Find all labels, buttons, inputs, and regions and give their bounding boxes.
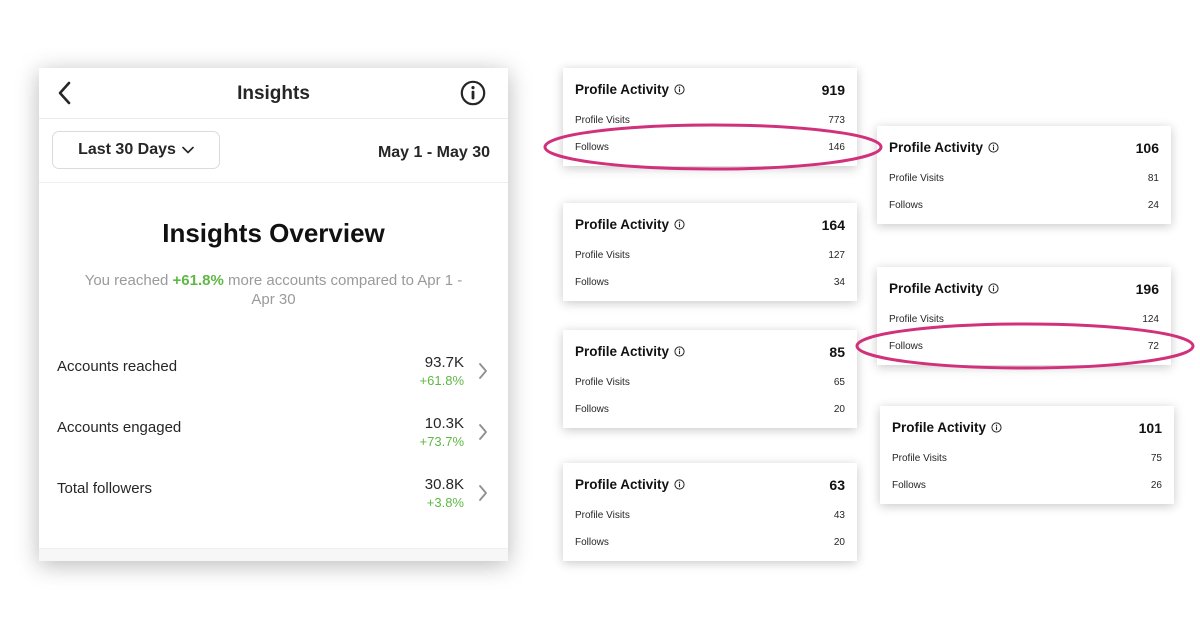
insights-screen: Insights Last 30 Days May 1 - May 30 Ins…: [39, 68, 508, 561]
follows-label: Follows: [889, 341, 923, 352]
profile-visits-value: 127: [828, 250, 845, 261]
card-total: 63: [829, 477, 845, 493]
profile-visits-label: Profile Visits: [575, 510, 630, 521]
follows-label: Follows: [575, 142, 609, 153]
chevron-right-icon: [479, 485, 487, 501]
info-icon[interactable]: [674, 84, 685, 95]
overview-title: Insights Overview: [162, 218, 385, 248]
card-title: Profile Activity: [889, 281, 999, 296]
info-icon[interactable]: [674, 346, 685, 357]
chevron-right-icon: [479, 363, 487, 379]
info-icon[interactable]: [460, 80, 486, 106]
card-title-text: Profile Activity: [575, 217, 670, 232]
follows-value: 26: [1150, 480, 1162, 491]
profile-visits-label: Profile Visits: [889, 314, 944, 325]
metric-total-followers[interactable]: Total followers 30.8K +3.8%: [39, 470, 508, 520]
profile-visits-label: Profile Visits: [575, 115, 630, 126]
card-title: Profile Activity: [575, 344, 685, 359]
date-range-dropdown[interactable]: Last 30 Days: [52, 131, 220, 169]
card-title-text: Profile Activity: [575, 82, 670, 97]
metric-value: 93.7K: [424, 354, 464, 371]
profile-visits-value: 773: [828, 115, 845, 126]
follows-value: 72: [1147, 341, 1159, 352]
follows-label: Follows: [575, 537, 609, 548]
card-total: 164: [821, 217, 845, 233]
screen-bottom-divider: [39, 548, 508, 561]
info-icon[interactable]: [991, 422, 1002, 433]
profile-visits-value: 75: [1150, 453, 1162, 464]
profile-activity-card: Profile Activity 196 Profile Visits 124 …: [877, 267, 1171, 365]
card-title: Profile Activity: [575, 82, 685, 97]
metric-value: 30.8K: [424, 476, 464, 493]
profile-visits-label: Profile Visits: [575, 250, 630, 261]
follows-label: Follows: [889, 200, 923, 211]
profile-visits-label: Profile Visits: [892, 453, 947, 464]
overview-suffix: more accounts compared to Apr 1 - Apr 30: [223, 272, 463, 308]
follows-value: 20: [833, 537, 845, 548]
metric-change: +73.7%: [419, 434, 464, 449]
card-title-text: Profile Activity: [889, 140, 984, 155]
overview-summary: You reached +61.8% more accounts compare…: [75, 271, 472, 309]
card-title-text: Profile Activity: [889, 281, 984, 296]
chevron-right-icon: [479, 424, 487, 440]
info-icon[interactable]: [674, 219, 685, 230]
card-total: 196: [1135, 281, 1159, 297]
info-icon[interactable]: [988, 142, 999, 153]
metric-label: Total followers: [57, 480, 153, 497]
follows-label: Follows: [575, 404, 609, 415]
card-title-text: Profile Activity: [892, 420, 987, 435]
card-total: 85: [829, 344, 845, 360]
card-total: 101: [1138, 420, 1162, 436]
metric-label: Accounts reached: [57, 358, 178, 375]
insights-header: Insights: [39, 68, 508, 119]
profile-visits-value: 43: [833, 510, 845, 521]
card-title: Profile Activity: [575, 477, 685, 492]
metric-change: +61.8%: [419, 373, 464, 388]
info-icon[interactable]: [674, 479, 685, 490]
chevron-down-icon: [182, 146, 194, 154]
card-title-text: Profile Activity: [575, 344, 670, 359]
profile-activity-card: Profile Activity 85 Profile Visits 65 Fo…: [563, 330, 857, 428]
card-total: 919: [821, 82, 845, 98]
card-title: Profile Activity: [575, 217, 685, 232]
metric-label: Accounts engaged: [57, 419, 182, 436]
follows-value: 20: [833, 404, 845, 415]
metric-change: +3.8%: [426, 495, 464, 510]
profile-activity-card: Profile Activity 164 Profile Visits 127 …: [563, 203, 857, 301]
profile-visits-value: 81: [1147, 173, 1159, 184]
metric-accounts-reached[interactable]: Accounts reached 93.7K +61.8%: [39, 348, 508, 398]
profile-visits-label: Profile Visits: [889, 173, 944, 184]
profile-visits-value: 124: [1142, 314, 1159, 325]
profile-activity-card: Profile Activity 919 Profile Visits 773 …: [563, 68, 857, 166]
card-total: 106: [1135, 140, 1159, 156]
metric-value: 10.3K: [424, 415, 464, 432]
profile-activity-card: Profile Activity 101 Profile Visits 75 F…: [880, 406, 1174, 504]
card-title-text: Profile Activity: [575, 477, 670, 492]
overview-percent: +61.8%: [172, 272, 224, 289]
card-title: Profile Activity: [889, 140, 999, 155]
profile-activity-card: Profile Activity 63 Profile Visits 43 Fo…: [563, 463, 857, 561]
date-range-text: May 1 - May 30: [377, 144, 490, 161]
follows-label: Follows: [575, 277, 609, 288]
profile-visits-value: 65: [833, 377, 845, 388]
follows-value: 34: [833, 277, 845, 288]
card-title: Profile Activity: [892, 420, 1002, 435]
follows-value: 146: [828, 142, 845, 153]
follows-label: Follows: [892, 480, 926, 491]
follows-value: 24: [1147, 200, 1159, 211]
overview-prefix: You reached: [84, 272, 173, 289]
page-title: Insights: [237, 83, 310, 104]
profile-activity-card: Profile Activity 106 Profile Visits 81 F…: [877, 126, 1171, 224]
date-range-dropdown-label: Last 30 Days: [78, 141, 176, 158]
info-icon[interactable]: [988, 283, 999, 294]
metric-accounts-engaged[interactable]: Accounts engaged 10.3K +73.7%: [39, 409, 508, 459]
profile-visits-label: Profile Visits: [575, 377, 630, 388]
date-range-bar: Last 30 Days May 1 - May 30: [39, 119, 508, 183]
